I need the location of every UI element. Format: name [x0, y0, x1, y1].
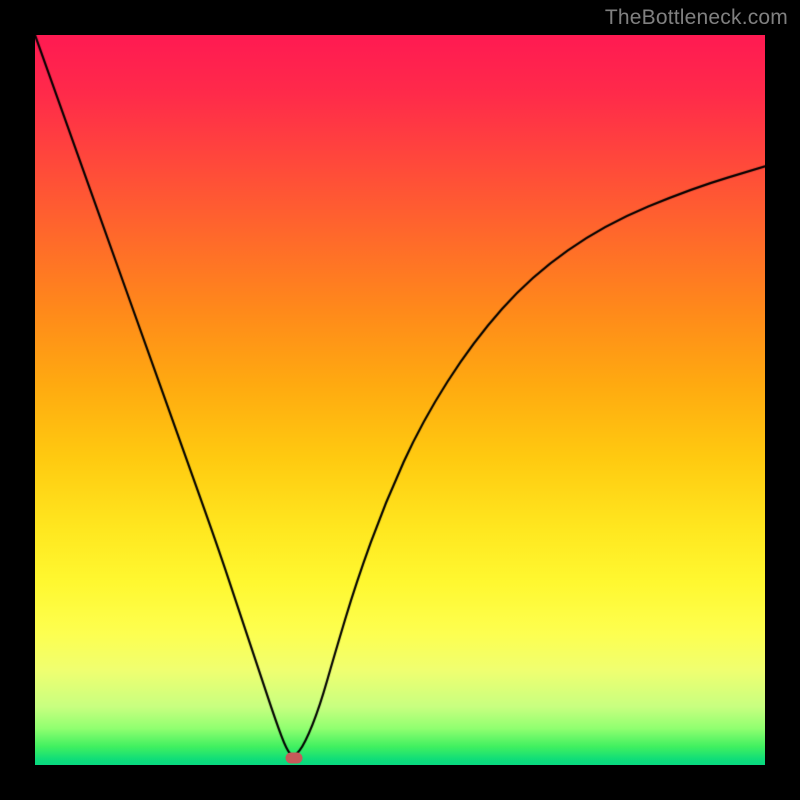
chart-marker [286, 752, 303, 763]
chart-curve [35, 35, 765, 765]
watermark-text: TheBottleneck.com [605, 6, 788, 30]
chart-plot-area [35, 35, 765, 765]
